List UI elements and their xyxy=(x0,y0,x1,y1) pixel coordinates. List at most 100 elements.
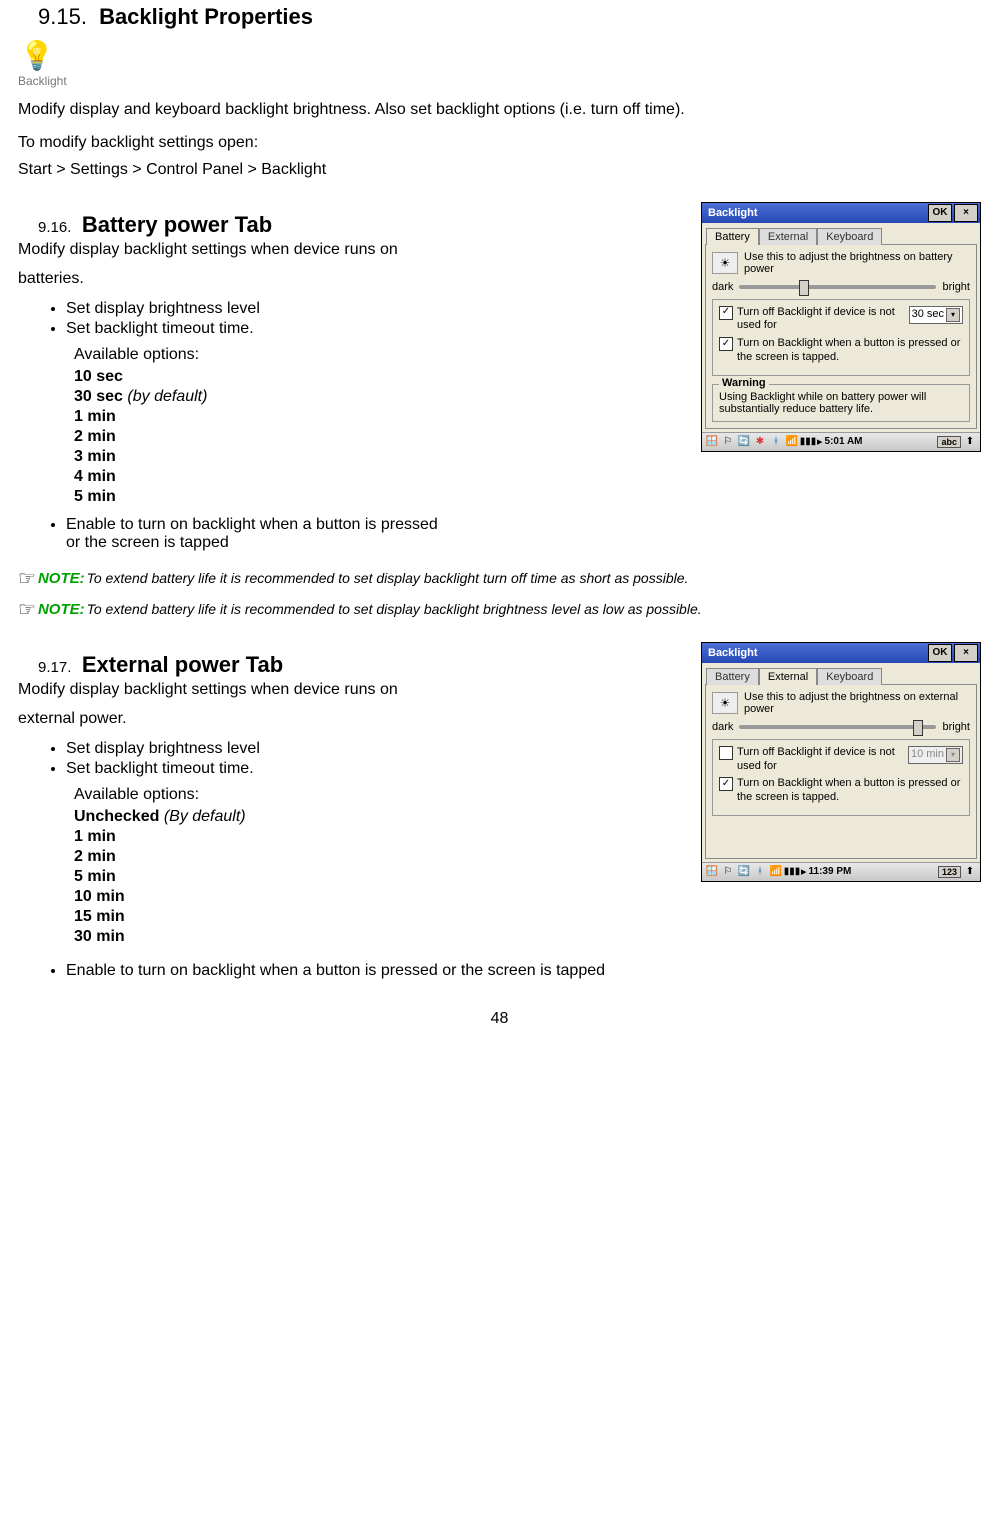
taskbar: 🪟 ⚐ 🔄 ᚼ 📶 ▮▮▮ ▸ 11:39 PM 123 ⬆ xyxy=(702,862,980,881)
keyboard-button[interactable]: abc xyxy=(937,436,961,448)
turnon-checkbox[interactable]: ✓ xyxy=(719,337,733,351)
window-titlebar: Backlight OK × xyxy=(702,203,980,223)
brightness-slider[interactable] xyxy=(739,725,936,729)
up-arrow-icon[interactable]: ⬆ xyxy=(963,435,977,449)
taskbar-time: 11:39 PM xyxy=(809,866,852,877)
option-item: 10 min xyxy=(74,888,689,906)
close-button[interactable]: × xyxy=(954,644,978,662)
hint-text: Use this to adjust the brightness on ext… xyxy=(744,691,970,715)
signal-icon[interactable]: 📶 xyxy=(769,865,783,879)
section-title: External power Tab xyxy=(82,652,283,677)
intro-text: external power. xyxy=(18,707,689,730)
nav-path: Start > Settings > Control Panel > Backl… xyxy=(18,158,981,181)
list-item: Set backlight timeout time. xyxy=(66,320,689,338)
keyboard-button[interactable]: 123 xyxy=(938,866,961,878)
turnon-checkbox[interactable]: ✓ xyxy=(719,777,733,791)
section-title: Battery power Tab xyxy=(82,212,272,237)
timeout-select[interactable]: 10 min▾ xyxy=(908,746,963,764)
list-item: Set display brightness level xyxy=(66,300,689,318)
section-number: 9.15. xyxy=(38,4,87,29)
taskbar: 🪟 ⚐ 🔄 ✱ ᚼ 📶 ▮▮▮ ▸ 5:01 AM abc ⬆ xyxy=(702,432,980,451)
warning-text: Using Backlight while on battery power w… xyxy=(719,391,963,415)
hint-text: Use this to adjust the brightness on bat… xyxy=(744,251,970,275)
option-item: 2 min xyxy=(74,428,689,446)
list-item: Enable to turn on backlight when a butto… xyxy=(66,516,689,552)
section-heading: 9.15. Backlight Properties xyxy=(18,4,981,30)
turnoff-checkbox[interactable] xyxy=(719,746,733,760)
instruction-text: To modify backlight settings open: xyxy=(18,131,981,154)
section-title: Backlight Properties xyxy=(99,4,313,29)
note-row: ☞ NOTE: To extend battery life it is rec… xyxy=(18,566,981,591)
chevron-down-icon[interactable]: ▾ xyxy=(946,748,960,762)
backlight-icon: 💡 xyxy=(18,36,56,74)
note-text: To extend battery life it is recommended… xyxy=(87,570,689,586)
list-item: Set display brightness level xyxy=(66,740,689,758)
signal-icon[interactable]: 📶 xyxy=(785,435,799,449)
window-title: Backlight xyxy=(708,647,758,659)
note-row: ☞ NOTE: To extend battery life it is rec… xyxy=(18,597,981,622)
start-icon[interactable]: 🪟 xyxy=(705,865,719,879)
brightness-icon: ☀ xyxy=(712,252,738,274)
section-number: 9.17. xyxy=(38,659,71,676)
option-item: 30 min xyxy=(74,928,689,946)
warning-group-title: Warning xyxy=(719,377,769,389)
tab-keyboard[interactable]: Keyboard xyxy=(817,228,882,245)
page-number: 48 xyxy=(18,1010,981,1028)
bluetooth-icon[interactable]: ᚼ xyxy=(753,865,767,879)
timeout-select[interactable]: 30 sec▾ xyxy=(909,306,963,324)
option-item: 2 min xyxy=(74,848,689,866)
refresh-icon[interactable]: 🔄 xyxy=(737,435,751,449)
tab-bar: Battery External Keyboard xyxy=(702,663,980,684)
section-heading: 9.16. Battery power Tab xyxy=(18,212,689,238)
sun-icon[interactable]: ✱ xyxy=(753,435,767,449)
list-item: Set backlight timeout time. xyxy=(66,760,689,778)
flag-icon[interactable]: ⚐ xyxy=(721,435,735,449)
option-item: 3 min xyxy=(74,448,689,466)
section-heading: 9.17. External power Tab xyxy=(18,652,689,678)
turnon-label: Turn on Backlight when a button is press… xyxy=(737,777,963,805)
turnoff-checkbox[interactable]: ✓ xyxy=(719,306,733,320)
list-item: Enable to turn on backlight when a butto… xyxy=(66,962,981,980)
screenshot-battery: Backlight OK × Battery External Keyboard… xyxy=(701,202,981,452)
chevron-down-icon[interactable]: ▾ xyxy=(946,308,960,322)
refresh-icon[interactable]: 🔄 xyxy=(737,865,751,879)
battery-icon[interactable]: ▮▮▮ xyxy=(801,435,815,449)
brightness-slider[interactable] xyxy=(739,285,936,289)
tab-keyboard[interactable]: Keyboard xyxy=(817,668,882,685)
section-number: 9.16. xyxy=(38,219,71,236)
ok-button[interactable]: OK xyxy=(928,644,952,662)
note-label: NOTE: xyxy=(38,570,85,587)
window-title: Backlight xyxy=(708,207,758,219)
note-label: NOTE: xyxy=(38,601,85,618)
slider-bright-label: bright xyxy=(942,281,970,293)
flag-icon[interactable]: ⚐ xyxy=(721,865,735,879)
hand-icon: ☞ xyxy=(18,597,36,622)
tab-external[interactable]: External xyxy=(759,668,817,685)
tab-external[interactable]: External xyxy=(759,228,817,245)
intro-text: batteries. xyxy=(18,267,689,290)
taskbar-time: 5:01 AM xyxy=(825,436,863,447)
hand-icon: ☞ xyxy=(18,566,36,591)
note-text: To extend battery life it is recommended… xyxy=(87,601,702,617)
slider-dark-label: dark xyxy=(712,721,733,733)
tab-battery[interactable]: Battery xyxy=(706,668,759,685)
option-item: 4 min xyxy=(74,468,689,486)
ok-button[interactable]: OK xyxy=(928,204,952,222)
available-options-label: Available options: xyxy=(74,346,689,364)
bluetooth-icon[interactable]: ᚼ xyxy=(769,435,783,449)
option-item: 1 min xyxy=(74,408,689,426)
turnon-label: Turn on Backlight when a button is press… xyxy=(737,337,963,365)
turnoff-label: Turn off Backlight if device is not used… xyxy=(737,746,904,774)
slider-dark-label: dark xyxy=(712,281,733,293)
tab-battery[interactable]: Battery xyxy=(706,228,759,245)
up-arrow-icon[interactable]: ⬆ xyxy=(963,865,977,879)
intro-text: Modify display and keyboard backlight br… xyxy=(18,98,981,121)
close-button[interactable]: × xyxy=(954,204,978,222)
battery-icon[interactable]: ▮▮▮ xyxy=(785,865,799,879)
option-item: 15 min xyxy=(74,908,689,926)
option-item: Unchecked (By default) xyxy=(74,808,689,826)
start-icon[interactable]: 🪟 xyxy=(705,435,719,449)
available-options-label: Available options: xyxy=(74,786,689,804)
brightness-icon: ☀ xyxy=(712,692,738,714)
options-list-917: Unchecked (By default)1 min2 min5 min10 … xyxy=(74,808,689,946)
